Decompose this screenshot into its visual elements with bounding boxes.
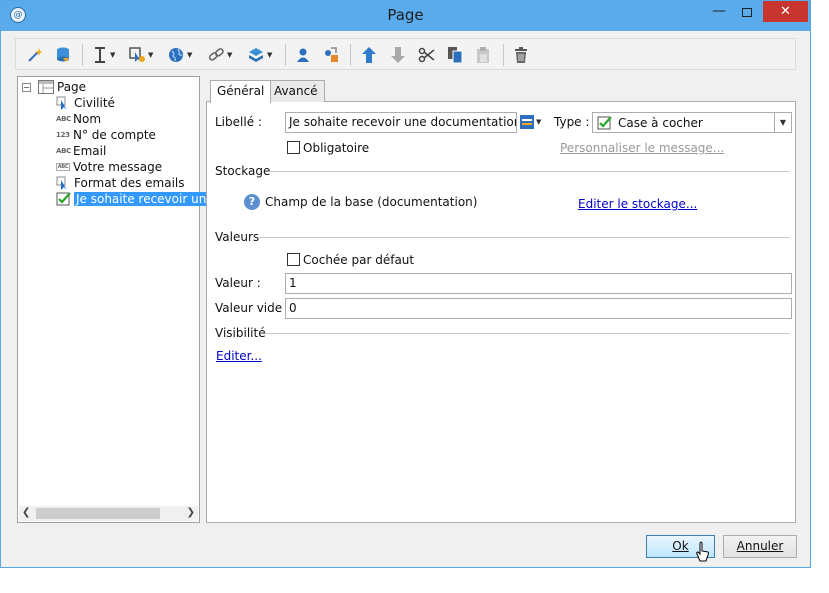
ok-button-label: Ok <box>672 539 689 553</box>
cursor-field-icon <box>56 176 67 190</box>
valeur-label: Valeur : <box>215 276 261 290</box>
section-divider <box>259 237 790 238</box>
tab-avance[interactable]: Avancé <box>267 80 325 102</box>
toolbar: ▼ ▼ ▼ ▼ ▼ <box>15 38 796 70</box>
arrow-up-icon[interactable] <box>361 45 377 65</box>
section-divider <box>269 171 790 172</box>
collapse-icon[interactable]: − <box>22 83 31 92</box>
tab-general[interactable]: Général <box>210 80 272 103</box>
chevron-down-icon: ▼ <box>536 118 542 126</box>
cut-icon[interactable] <box>418 45 436 65</box>
libelle-label: Libellé : <box>215 115 262 129</box>
personnaliser-message-link[interactable]: Personnaliser le message... <box>560 141 724 155</box>
type-label: Type : <box>554 115 590 129</box>
type-select[interactable]: Case à cocher ▼ <box>592 112 792 133</box>
tree-item-label: Email <box>73 144 107 158</box>
editer-stockage-link[interactable]: Editer le stockage... <box>578 197 697 211</box>
globe-icon[interactable]: ▼ <box>167 45 192 65</box>
tree-item-label: Civilité <box>74 96 115 110</box>
tree-panel: − Page Civilité ABC Nom 123 N° de compte… <box>17 76 228 523</box>
toolbar-separator <box>350 44 351 66</box>
wand-icon[interactable] <box>26 45 44 65</box>
arrow-down-icon[interactable] <box>390 45 406 65</box>
type-select-value: Case à cocher <box>618 115 703 130</box>
maximize-button[interactable] <box>734 6 760 27</box>
paste-icon[interactable] <box>475 45 491 65</box>
toolbar-separator <box>82 44 83 66</box>
help-icon: ? <box>244 194 260 210</box>
tree-item-label: Format des emails <box>74 176 185 190</box>
annuler-button[interactable]: Annuler <box>723 535 797 558</box>
tree-item-label: Nom <box>73 112 102 126</box>
visibilite-header: Visibilité <box>215 326 266 340</box>
champ-base-text: Champ de la base (documentation) <box>265 195 478 209</box>
tree-item-label: Votre message <box>73 160 163 174</box>
textarea-field-icon: ABC <box>56 163 70 171</box>
editer-visibilite-link[interactable]: Editer... <box>216 349 262 363</box>
obligatoire-label: Obligatoire <box>303 141 370 155</box>
close-button[interactable]: ✕ <box>763 1 808 22</box>
link-icon[interactable]: ▼ <box>207 45 232 65</box>
delete-icon[interactable] <box>513 45 529 65</box>
tree-item-numero-compte[interactable]: 123 N° de compte <box>56 127 156 143</box>
cochee-par-defaut-checkbox[interactable] <box>287 253 300 266</box>
annuler-button-label: Annuler <box>736 539 784 553</box>
scrollbar-thumb[interactable] <box>36 508 160 519</box>
database-icon[interactable] <box>54 45 72 65</box>
page-layout-icon <box>38 80 54 94</box>
minimize-button[interactable]: — <box>706 3 732 24</box>
tree-item-civilite[interactable]: Civilité <box>56 95 115 111</box>
tree-item-nom[interactable]: ABC Nom <box>56 111 101 127</box>
cochee-par-defaut-label: Cochée par défaut <box>303 253 415 267</box>
valeur-vide-input[interactable]: 0 <box>285 298 792 319</box>
maximize-icon <box>742 8 752 17</box>
tree-item-email[interactable]: ABC Email <box>56 143 106 159</box>
tree-root-label: Page <box>57 80 87 94</box>
chevron-down-icon[interactable]: ▼ <box>774 113 791 132</box>
libelle-input[interactable]: Je sohaite recevoir une documentation <box>285 112 517 133</box>
number-field-icon: 123 <box>56 131 70 139</box>
layers-icon[interactable]: ▼ <box>247 45 272 65</box>
tree-item-label: N° de compte <box>73 128 156 142</box>
mouse-pointer-icon <box>696 541 709 562</box>
tree-item-format-emails[interactable]: Format des emails <box>56 175 185 191</box>
copy-icon[interactable] <box>447 45 463 65</box>
horizontal-scrollbar[interactable]: ❮ ❯ <box>19 506 198 521</box>
cursor-settings-icon[interactable]: ▼ <box>128 45 153 65</box>
text-format-icon <box>520 115 534 129</box>
shapes-icon[interactable] <box>322 45 340 65</box>
toolbar-separator <box>503 44 504 66</box>
section-divider <box>265 333 790 334</box>
window-title: Page <box>387 6 424 24</box>
tree-item-votre-message[interactable]: ABC Votre message <box>56 159 162 175</box>
valeur-vide-label: Valeur vide : <box>215 301 290 315</box>
title-bar[interactable]: @ Page — ✕ <box>1 1 810 31</box>
cursor-field-icon <box>56 96 67 110</box>
checkbox-field-icon <box>56 192 71 206</box>
scroll-left-icon[interactable]: ❮ <box>22 507 30 518</box>
valeur-input[interactable]: 1 <box>285 273 792 294</box>
text-field-icon: ABC <box>56 115 71 123</box>
scroll-right-icon[interactable]: ❯ <box>187 507 195 518</box>
dialog-window: @ Page — ✕ ▼ ▼ ▼ ▼ ▼ − Page Civilité ABC… <box>0 0 811 568</box>
user-icon[interactable] <box>295 45 311 65</box>
text-cursor-icon[interactable]: ▼ <box>92 45 115 65</box>
valeurs-header: Valeurs <box>215 230 260 244</box>
toolbar-separator <box>285 44 286 66</box>
tree-item-page[interactable]: Page <box>38 79 86 95</box>
checkbox-type-icon <box>597 115 612 129</box>
libelle-format-button[interactable]: ▼ <box>520 115 541 129</box>
stockage-header: Stockage <box>215 164 271 178</box>
obligatoire-checkbox[interactable] <box>287 141 300 154</box>
text-field-icon: ABC <box>56 147 71 155</box>
tree-item-documentation[interactable]: Je sohaite recevoir une... <box>56 191 228 207</box>
tree-item-label: Je sohaite recevoir une... <box>74 192 228 206</box>
